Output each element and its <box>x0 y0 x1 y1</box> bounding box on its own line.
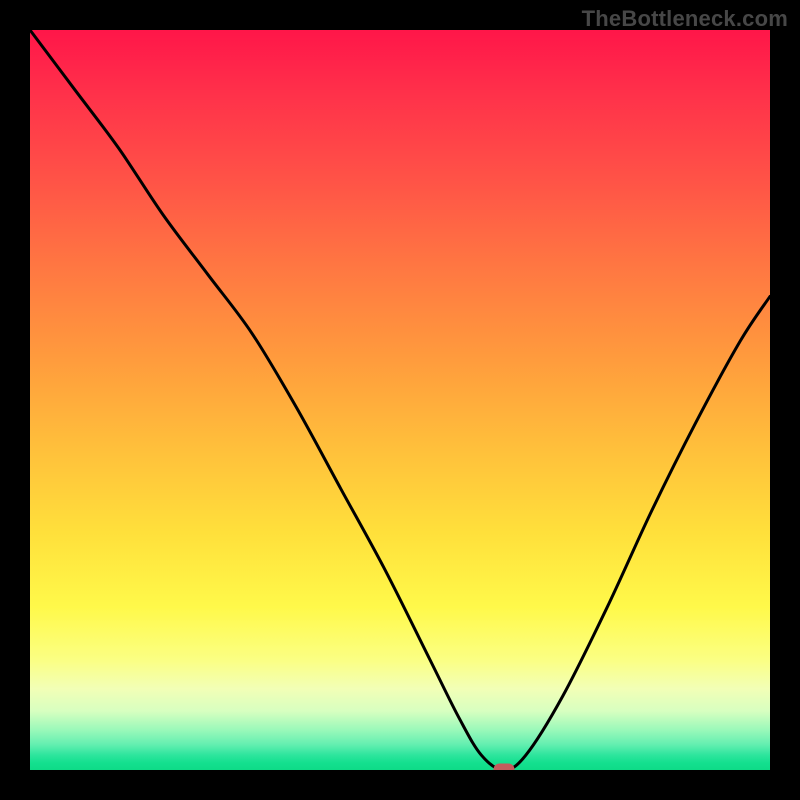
plot-area <box>30 30 770 770</box>
watermark-label: TheBottleneck.com <box>582 6 788 32</box>
bottleneck-curve <box>30 30 770 770</box>
chart-frame: TheBottleneck.com <box>0 0 800 800</box>
curve-layer <box>30 30 770 770</box>
optimal-marker <box>493 764 514 771</box>
